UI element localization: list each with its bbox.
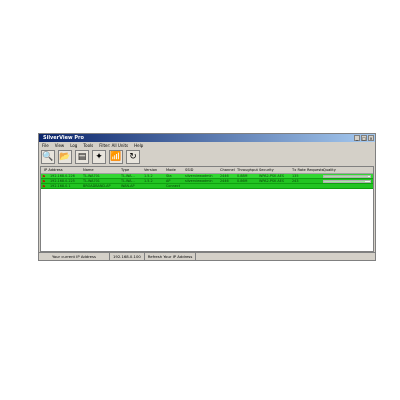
refresh-button[interactable]: ↻ (126, 150, 140, 164)
table-row[interactable]: ⚑ 192.168.0.1 BROADBAND-AP WAN-AP Connect (41, 184, 373, 189)
refresh-ip-button[interactable]: Refresh Your IP Address (145, 253, 197, 260)
table-header: IP Address Name Type Version Mode SSID Channel… (41, 167, 373, 174)
minimize-button[interactable]: _ (354, 135, 360, 141)
quality-bar-fill (324, 176, 368, 177)
column-header-version[interactable]: Version (144, 167, 157, 173)
cell-mode: Connect (166, 184, 181, 188)
cell-ip: 192.168.0.1 (50, 184, 71, 188)
scan-icon: 🔍 (42, 152, 54, 162)
close-button[interactable]: × (368, 135, 374, 141)
menu-log[interactable]: Log (70, 142, 77, 149)
column-header-channel[interactable]: Channel (220, 167, 235, 173)
maximize-button[interactable]: □ (361, 135, 367, 141)
menu-file[interactable]: File (42, 142, 49, 149)
column-header-throughput[interactable]: Throughput (237, 167, 258, 173)
refresh-icon: ↻ (129, 152, 137, 162)
column-header-name[interactable]: Name (83, 167, 94, 173)
column-header-requests[interactable]: Requests (307, 167, 323, 173)
current-ip-label: Your current IP Address (39, 253, 110, 260)
menu-bar: File View Log Tools Filter: All Units Help (39, 142, 375, 149)
title-bar: SilverView Pro _ □ × (39, 134, 375, 142)
window-title: SilverView Pro (43, 135, 84, 141)
device-table[interactable]: IP Address Name Type Version Mode SSID Channel… (40, 166, 374, 252)
column-header-ip-address[interactable]: IP Address (44, 167, 63, 173)
quality-bar (323, 175, 371, 178)
device-status-icon: ⚑ (42, 184, 46, 189)
column-header-ssid[interactable]: SSID (185, 167, 193, 173)
wizard-icon: ✦ (95, 152, 103, 162)
folder-icon: 📂 (59, 152, 71, 162)
scan-button[interactable]: 🔍 (41, 150, 55, 164)
column-header-mode[interactable]: Mode (166, 167, 176, 173)
app-window: SilverView Pro _ □ × File View Log Tools Fil… (38, 133, 376, 261)
config-icon: ▤ (77, 152, 87, 162)
toolbar: 🔍 📂 ▤ ✦ 📶 ↻ (41, 149, 140, 165)
menu-view[interactable]: View (55, 142, 65, 149)
menu-filter-all-units[interactable]: Filter: All Units (99, 142, 128, 149)
config-button[interactable]: ▤ (75, 150, 89, 164)
cell-name: BROADBAND-AP (83, 184, 111, 188)
signal-icon: 📶 (110, 152, 122, 162)
signal-button[interactable]: 📶 (109, 150, 123, 164)
column-header-type[interactable]: Type (121, 167, 129, 173)
menu-help[interactable]: Help (134, 142, 143, 149)
column-header-quality[interactable]: Quality (323, 167, 336, 173)
quality-bar-fill (324, 181, 366, 182)
quality-bar (323, 180, 371, 183)
menu-tools[interactable]: Tools (83, 142, 93, 149)
column-header-tx-rate[interactable]: Tx Rate (292, 167, 306, 173)
current-ip-value: 192.168.0.100 (110, 253, 145, 260)
cell-type: WAN-AP (121, 184, 135, 188)
column-header-security[interactable]: Security (259, 167, 274, 173)
wizard-button[interactable]: ✦ (92, 150, 106, 164)
folder-button[interactable]: 📂 (58, 150, 72, 164)
status-bar: Your current IP Address 192.168.0.100 Re… (39, 252, 375, 260)
